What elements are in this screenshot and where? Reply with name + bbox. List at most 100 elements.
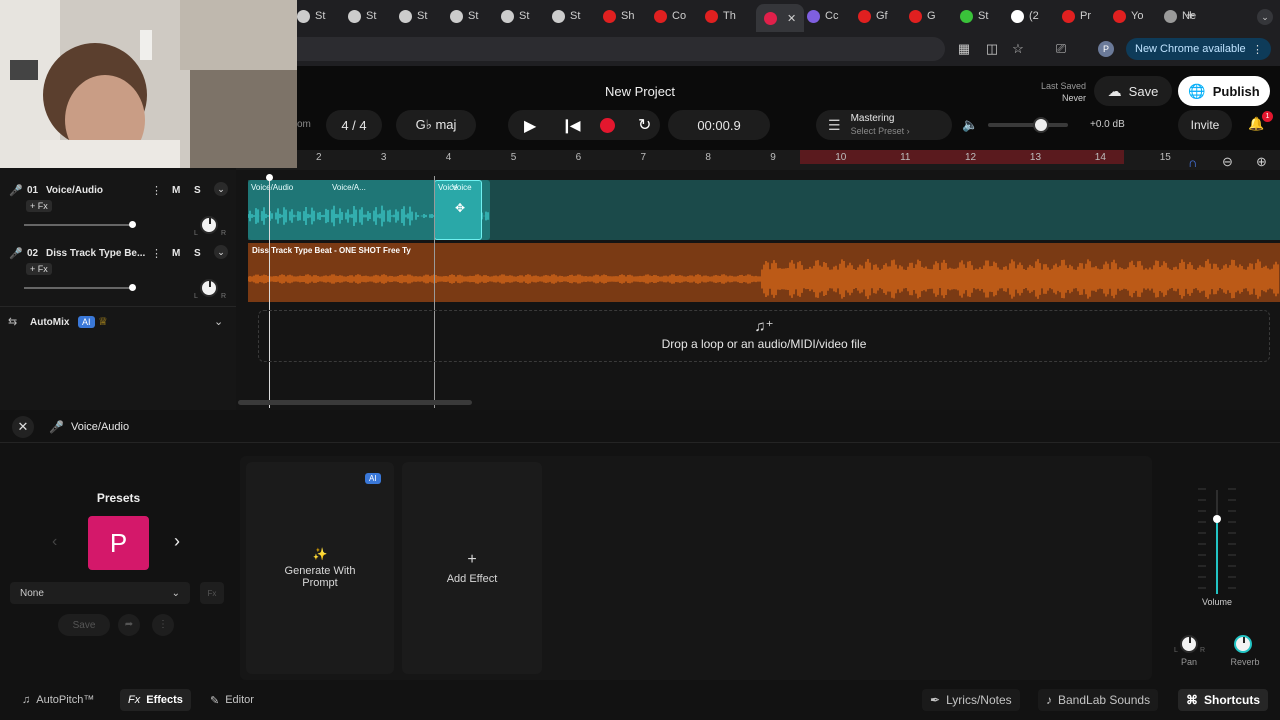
youtube-icon [705,9,718,23]
playhead-handle[interactable] [266,174,273,181]
chevron-down-icon[interactable]: ⌄ [214,315,223,328]
save-button[interactable]: ☁ Save [1094,76,1172,106]
add-effect-card[interactable]: + Add Effect [402,462,542,674]
zoom-in-icon[interactable]: ⊕ [1256,154,1267,170]
browser-tab[interactable]: Yo [1113,6,1143,26]
browser-tab[interactable]: G [909,6,936,26]
track-1-expand-icon[interactable]: ⌄ [214,182,228,196]
lyrics-notes-button[interactable]: ✒ Lyrics/Notes [922,689,1020,711]
play-icon[interactable]: ▶ [524,116,536,136]
fx-compare-icon[interactable]: Fx [200,582,224,604]
publish-button[interactable]: 🌐 Publish [1178,76,1270,106]
browser-tab[interactable]: Sh [603,6,634,26]
track-2-expand-icon[interactable]: ⌄ [214,245,228,259]
track-2-mute-button[interactable]: M [172,248,180,259]
reverb-knob[interactable] [1234,635,1252,653]
track-1-mute-button[interactable]: M [172,185,180,196]
browser-tab-label: St [366,10,377,22]
browser-tab-label: Sh [621,10,635,22]
loop-region[interactable] [800,150,1124,164]
browser-tab[interactable]: St [960,6,988,26]
close-icon[interactable]: ✕ [12,416,34,438]
time-signature-button[interactable]: 4 / 4 [326,110,382,140]
more-vert-icon[interactable]: ⋮ [1252,43,1263,56]
bandlab-sounds-button[interactable]: ♪ BandLab Sounds [1038,689,1159,711]
preset-select-value: None [20,587,44,599]
track-2-volume-handle[interactable] [129,284,136,291]
shortcuts-button[interactable]: ⌘ Shortcuts [1178,689,1269,711]
save-button-label: Save [1128,83,1159,99]
new-chrome-available-button[interactable]: New Chrome available ⋮ [1126,38,1271,60]
bookmark-star-icon[interactable]: ☆ [1010,41,1026,57]
track-header-1[interactable]: 🎤 01 Voice/Audio ⋮ M S ⌄ + Fx L R [0,178,236,240]
browser-tab[interactable]: St [450,6,478,26]
project-title[interactable]: New Project [520,84,760,99]
playhead[interactable] [269,176,270,408]
master-volume-slider[interactable] [988,123,1068,127]
effects-tab[interactable]: Fx Effects [120,689,191,711]
new-tab-icon[interactable]: + [1186,7,1195,24]
tab-search-icon[interactable]: ⌄ [1257,9,1273,25]
mastering-button[interactable]: ☰ Mastering Select Preset › [816,110,952,140]
more-icon[interactable]: ⋮ [152,614,174,636]
profile-avatar[interactable]: P [1098,41,1114,57]
editor-tab[interactable]: ✎ Editor [202,689,262,711]
browser-tab[interactable]: St [501,6,529,26]
preset-next-icon[interactable]: › [174,531,180,552]
track-1-name[interactable]: Voice/Audio [46,185,103,196]
track-2-menu-icon[interactable]: ⋮ [151,247,162,260]
browser-tab[interactable]: Cc [807,6,838,26]
track-1-volume-slider[interactable] [24,224,134,226]
track-2-solo-button[interactable]: S [194,248,201,259]
zoom-out-icon[interactable]: ⊖ [1222,154,1233,170]
track-2-name[interactable]: Diss Track Type Be... [46,248,145,259]
track-1-fx-button[interactable]: + Fx [26,200,52,212]
preset-select[interactable]: None ⌄ [10,582,190,604]
ruler-mark: 8 [705,152,711,163]
track-1-menu-icon[interactable]: ⋮ [151,184,162,197]
preset-tile[interactable]: P [88,516,149,570]
no-eye-icon[interactable]: ▦ [956,41,972,57]
browser-tab[interactable]: St [399,6,427,26]
publish-button-label: Publish [1212,83,1260,99]
key-button[interactable]: G♭ maj [396,110,476,140]
track-2-volume-slider[interactable] [24,287,134,289]
generate-with-prompt-card[interactable]: ✨ Generate With Prompt [246,462,394,674]
track-2-fx-button[interactable]: + Fx [26,263,52,275]
track-1-pan-knob[interactable] [200,216,218,234]
speaker-icon[interactable]: 🔈 [962,117,978,133]
bpm-field[interactable]: om [297,119,311,130]
skip-to-start-icon[interactable]: ❙◀ [561,117,580,134]
track-1-solo-button[interactable]: S [194,185,201,196]
track-1-volume-handle[interactable] [129,221,136,228]
automix-row[interactable]: ⇆ AutoMix AI ♕ ⌄ [0,306,236,336]
master-volume-handle[interactable] [1033,117,1049,133]
last-saved-value: Never [1061,93,1086,103]
invite-button[interactable]: Invite [1178,110,1232,140]
share-icon[interactable]: ➦ [118,614,140,636]
browser-tab[interactable]: Pr [1062,6,1091,26]
track-2-pan-knob[interactable] [200,279,218,297]
browser-tab[interactable]: Gf [858,6,888,26]
extensions-icon[interactable]: ⎚ [1053,41,1069,57]
browser-tab[interactable]: ✕ [756,4,805,32]
track-header-2[interactable]: 🎤 02 Diss Track Type Be... ⋮ M S ⌄ + Fx … [0,241,236,303]
microphone-icon: 🎤 [9,185,23,197]
horizontal-scrollbar[interactable] [238,400,472,405]
browser-tab[interactable]: St [297,6,325,26]
cast-icon[interactable]: ◫ [984,41,1000,57]
loop-icon[interactable]: ↻ [638,115,651,135]
pan-knob[interactable] [1180,635,1198,653]
browser-tab[interactable]: (2 [1011,6,1039,26]
browser-tab[interactable]: Co [654,6,686,26]
browser-tab[interactable]: St [348,6,376,26]
browser-tab[interactable]: St [552,6,580,26]
record-icon[interactable] [600,118,615,133]
browser-tab[interactable]: Th [705,6,736,26]
preset-prev-icon[interactable]: ‹ [52,533,57,551]
autopitch-tab[interactable]: ♫ AutoPitch™ [14,689,102,711]
drop-zone[interactable]: ♫⁺ Drop a loop or an audio/MIDI/video fi… [258,310,1270,362]
preset-save-button[interactable]: Save [58,614,110,636]
close-tab-icon[interactable]: ✕ [787,12,796,25]
magnet-snap-icon[interactable]: ∩ [1188,155,1197,170]
